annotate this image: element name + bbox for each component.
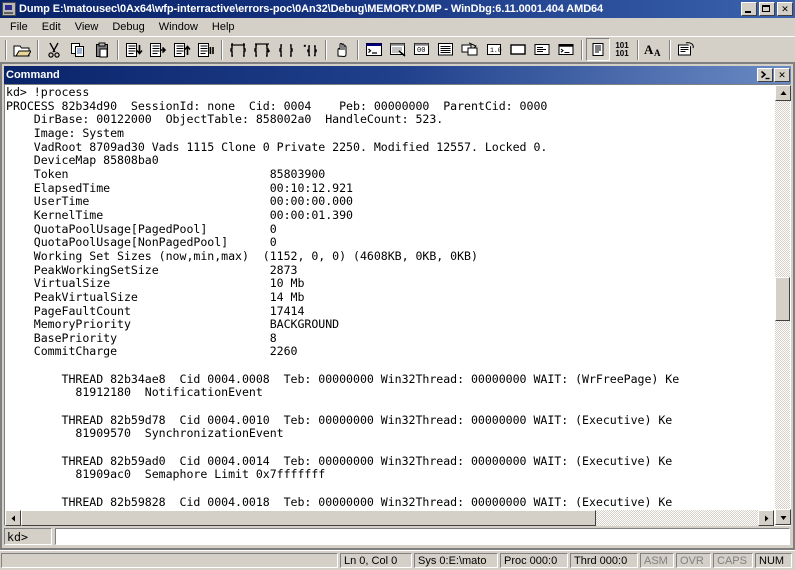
command-prompt-row: kd>	[4, 526, 791, 547]
status-process: Proc 000:0	[500, 553, 568, 569]
font-icon[interactable]: A A	[642, 38, 666, 61]
paste-icon[interactable]	[90, 38, 114, 61]
toolbar-separator	[637, 39, 639, 60]
toolbar-separator	[37, 39, 39, 60]
breakpoint-clear-icon[interactable]	[274, 38, 298, 61]
scroll-left-button[interactable]	[5, 510, 21, 527]
menu-bar: File Edit View Debug Window Help	[0, 18, 795, 36]
menu-item-file[interactable]: File	[3, 19, 35, 36]
binary-line-2: 101	[615, 48, 629, 58]
vscroll-thumb[interactable]	[775, 276, 790, 322]
toolbar: 00 1.0 101 101 A A	[0, 36, 795, 62]
console-column: kd> !process PROCESS 82b34d90 SessionId:…	[5, 85, 774, 527]
breakpoint-insert-icon[interactable]	[250, 38, 274, 61]
mdi-client-area: Command ✕ kd> !process PROCESS 82b34d90 …	[0, 62, 795, 551]
hscroll-thumb[interactable]	[21, 510, 596, 527]
svg-text:A: A	[644, 42, 654, 57]
scratchpad-window-icon[interactable]	[530, 38, 554, 61]
status-line-col: Ln 0, Col 0	[340, 553, 412, 569]
scroll-right-button[interactable]	[758, 510, 774, 527]
source-mode-icon[interactable]	[586, 38, 610, 61]
copy-icon[interactable]	[66, 38, 90, 61]
scroll-down-button[interactable]	[775, 509, 791, 526]
disassembly-window-icon[interactable]	[506, 38, 530, 61]
toolbar-separator	[669, 39, 671, 60]
status-message	[1, 553, 338, 569]
svg-text:1.0: 1.0	[490, 47, 502, 54]
command-window-icon[interactable]	[362, 38, 386, 61]
toolbar-separator	[221, 39, 223, 60]
windbg-window: Dump E:\matousec\0Ax64\wfp-interractive\…	[0, 0, 795, 570]
status-caps: CAPS	[713, 553, 753, 569]
command-window-shell-button[interactable]	[757, 68, 773, 82]
console-area: kd> !process PROCESS 82b34d90 SessionId:…	[4, 84, 791, 527]
toolbar-separator	[117, 39, 119, 60]
cut-icon[interactable]	[42, 38, 66, 61]
registers-window-icon[interactable]	[434, 38, 458, 61]
vertical-scrollbar[interactable]	[774, 85, 791, 526]
options-icon[interactable]	[674, 38, 698, 61]
menu-item-window[interactable]: Window	[152, 19, 205, 36]
command-output[interactable]: kd> !process PROCESS 82b34d90 SessionId:…	[5, 85, 774, 510]
locals-window-icon[interactable]: 00	[410, 38, 434, 61]
menu-item-edit[interactable]: Edit	[35, 19, 68, 36]
run-to-cursor-icon[interactable]	[194, 38, 218, 61]
shell-window-icon[interactable]	[554, 38, 578, 61]
command-window-title-bar: Command ✕	[4, 66, 791, 84]
command-input[interactable]	[56, 529, 789, 545]
menu-item-view[interactable]: View	[68, 19, 106, 36]
status-num: NUM	[755, 553, 792, 569]
scroll-up-button[interactable]	[775, 85, 791, 101]
menu-item-debug[interactable]: Debug	[105, 19, 151, 36]
watch-window-icon[interactable]	[386, 38, 410, 61]
command-window-close-button[interactable]: ✕	[774, 68, 790, 82]
svg-text:A: A	[654, 48, 661, 58]
status-asm: ASM	[640, 553, 674, 569]
hscroll-track[interactable]	[21, 510, 758, 527]
minimize-button[interactable]	[741, 2, 757, 16]
svg-text:00: 00	[417, 47, 425, 55]
status-bar: Ln 0, Col 0 Sys 0:E:\mato Proc 000:0 Thr…	[0, 550, 795, 570]
prompt-label: kd>	[4, 528, 52, 546]
window-title: Dump E:\matousec\0Ax64\wfp-interractive\…	[19, 3, 604, 15]
step-into-icon[interactable]	[122, 38, 146, 61]
memory-window-icon[interactable]	[458, 38, 482, 61]
restore-button[interactable]	[759, 2, 775, 16]
close-button[interactable]: ✕	[777, 2, 793, 16]
command-window-controls: ✕	[757, 68, 791, 82]
step-out-icon[interactable]	[170, 38, 194, 61]
command-child-window: Command ✕ kd> !process PROCESS 82b34d90 …	[2, 64, 793, 549]
status-thread: Thrd 000:0	[570, 553, 638, 569]
break-hand-icon[interactable]	[330, 38, 354, 61]
numeric-mode-icon[interactable]: 101 101	[610, 38, 634, 61]
toolbar-separator	[357, 39, 359, 60]
windbg-icon	[2, 2, 16, 16]
toolbar-separator	[325, 39, 327, 60]
command-window-title: Command	[6, 69, 60, 81]
toolbar-separator	[581, 39, 583, 60]
status-system: Sys 0:E:\mato	[414, 553, 498, 569]
breakpoint-new-icon[interactable]	[298, 38, 322, 61]
title-bar: Dump E:\matousec\0Ax64\wfp-interractive\…	[0, 0, 795, 18]
toolbar-separator	[5, 39, 7, 60]
vscroll-track[interactable]	[775, 101, 790, 510]
callstack-window-icon[interactable]: 1.0	[482, 38, 506, 61]
status-ovr: OVR	[676, 553, 711, 569]
open-icon[interactable]	[10, 38, 34, 61]
breakpoint-toggle-icon[interactable]	[226, 38, 250, 61]
horizontal-scrollbar[interactable]	[5, 509, 774, 527]
step-over-icon[interactable]	[146, 38, 170, 61]
command-input-wrapper[interactable]	[55, 528, 790, 546]
window-controls: ✕	[741, 2, 793, 16]
menu-item-help[interactable]: Help	[205, 19, 242, 36]
